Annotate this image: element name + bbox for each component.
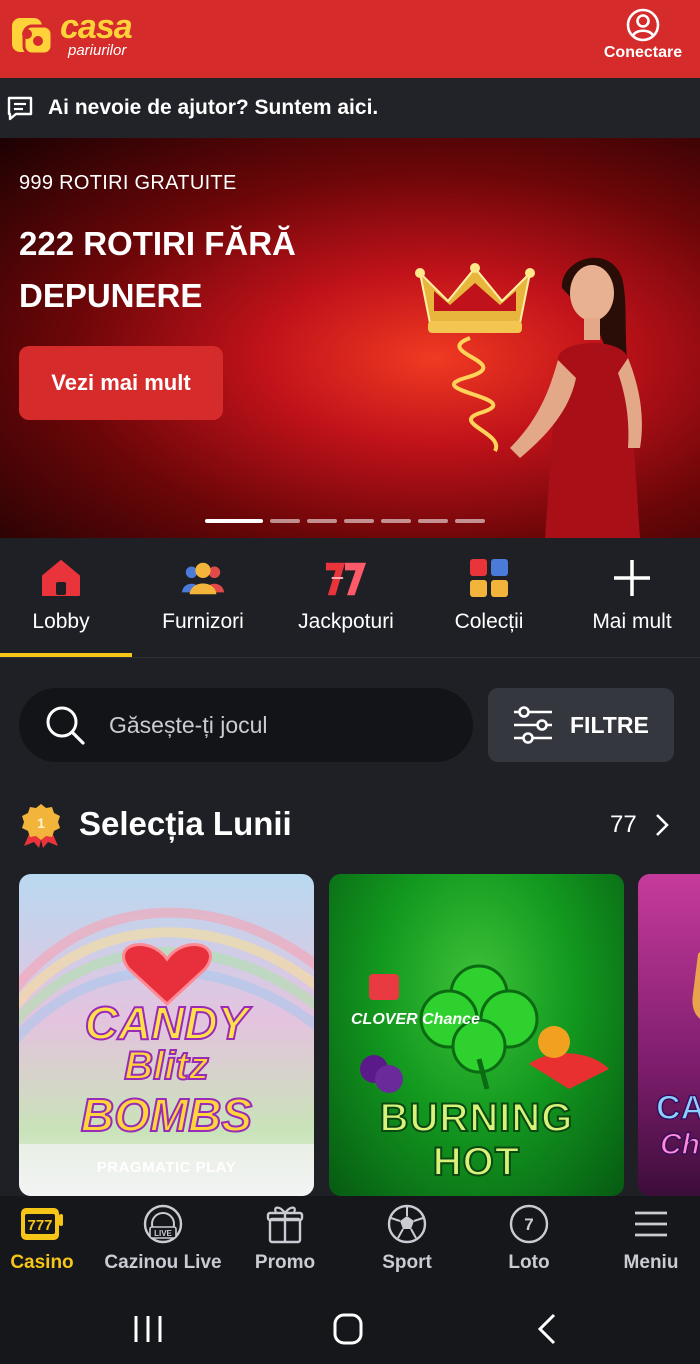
carousel-dot[interactable] — [205, 519, 263, 523]
recent-apps-icon[interactable] — [128, 1312, 168, 1346]
carousel-dot[interactable] — [270, 519, 300, 523]
connect-label: Conectare — [603, 44, 683, 61]
grid-icon — [467, 558, 511, 598]
woman-illustration — [510, 257, 642, 538]
casino-777-icon: 777 — [19, 1202, 65, 1246]
banner-title: 222 ROTIRI FĂRĂ DEPUNERE — [19, 225, 296, 314]
soccer-ball-icon — [384, 1202, 430, 1246]
casa-pariurilor-logo[interactable]: casa pariurilor — [10, 8, 160, 62]
nav-promo[interactable]: Promo — [240, 1196, 330, 1290]
back-icon[interactable] — [528, 1312, 568, 1346]
nav-meniu[interactable]: Meniu — [606, 1196, 696, 1290]
chat-icon — [6, 93, 36, 123]
nav-cazinou-live[interactable]: LIVE Cazinou Live — [100, 1196, 226, 1290]
nav-casino[interactable]: 777 Casino — [0, 1196, 84, 1290]
tab-label: Mai mult — [592, 610, 672, 633]
banner-subtitle: 999 ROTIRI GRATUITE — [19, 172, 237, 194]
carousel-dot[interactable] — [381, 519, 411, 523]
lotto-ball-icon: 7 — [506, 1202, 552, 1246]
clover-chance-tag: CLOVER Chance — [351, 1011, 480, 1028]
home-icon[interactable] — [328, 1312, 368, 1346]
section-title: Selecția Lunii — [79, 805, 292, 842]
tab-lobby[interactable]: Lobby — [0, 538, 122, 658]
tab-label: Furnizori — [162, 610, 244, 633]
svg-text:777: 777 — [27, 1217, 52, 1234]
nav-label: Loto — [508, 1252, 550, 1273]
game-card-candy-blitz-bombs[interactable]: CANDY Blitz BOMBS PRAGMATIC PLAY — [19, 874, 314, 1196]
nav-label: Promo — [254, 1252, 316, 1273]
hamburger-menu-icon — [628, 1202, 674, 1246]
active-tab-indicator — [0, 653, 132, 657]
chevron-right-icon[interactable] — [652, 812, 672, 838]
game-provider: PRAGMATIC PLAY — [96, 1159, 237, 1176]
svg-text:LIVE: LIVE — [154, 1229, 172, 1238]
live-roulette-icon: LIVE — [140, 1202, 186, 1246]
help-text: Ai nevoie de ajutor? Suntem aici. — [48, 96, 379, 119]
carousel-dot[interactable] — [307, 519, 337, 523]
game-title-line: Blitz — [123, 1043, 209, 1089]
carousel-dot[interactable] — [344, 519, 374, 523]
section-count[interactable]: 77 — [610, 811, 637, 839]
gift-icon — [262, 1202, 308, 1246]
tab-label: Colecții — [454, 610, 524, 633]
medal-number: 1 — [37, 815, 45, 831]
game-card-partial[interactable]: CAS Ch — [638, 874, 700, 1196]
nav-sport[interactable]: Sport — [362, 1196, 452, 1290]
tab-jackpoturi[interactable]: Jackpoturi — [284, 538, 408, 658]
tab-colectii[interactable]: Colecții — [428, 538, 550, 658]
tab-label: Jackpoturi — [298, 610, 394, 633]
game-title-line: CANDY — [84, 996, 250, 1050]
plus-icon — [610, 558, 654, 598]
filters-button[interactable]: FILTRE — [488, 688, 674, 762]
search-placeholder: Găsește-ți jocul — [109, 711, 268, 738]
nav-loto[interactable]: 7 Loto — [484, 1196, 574, 1290]
app-root: casa pariurilor Conectare Ai nevoie de a… — [0, 0, 700, 1364]
search-icon — [46, 706, 85, 745]
bottom-navigation: 777 Casino LIVE Cazinou Live Promo Sport… — [0, 1196, 700, 1290]
search-input[interactable]: Găsește-ți jocul — [19, 688, 473, 762]
see-more-button[interactable]: Vezi mai mult — [19, 346, 223, 420]
game-title-line: BURNING — [379, 1095, 574, 1141]
game-card-burning-hot[interactable]: CLOVER Chance BURNING HOT — [329, 874, 624, 1196]
nav-label: Meniu — [623, 1252, 679, 1273]
top-header: casa pariurilor Conectare — [0, 0, 700, 78]
tab-mai-mult[interactable]: Mai mult — [572, 538, 692, 658]
carousel-dot[interactable] — [418, 519, 448, 523]
carousel-dots — [205, 519, 485, 523]
help-bar[interactable]: Ai nevoie de ajutor? Suntem aici. — [0, 78, 700, 138]
house-icon — [39, 558, 83, 598]
sliders-icon — [514, 706, 552, 744]
user-icon — [626, 8, 660, 42]
system-navigation-bar — [0, 1290, 700, 1364]
sevens-icon — [324, 558, 368, 598]
loto-badge: 7 — [524, 1215, 533, 1234]
carousel-dot[interactable] — [455, 519, 485, 523]
game-title-line: CAS — [655, 1088, 700, 1128]
filters-label: FILTRE — [570, 711, 649, 738]
logo-sub-text: pariurilor — [68, 42, 127, 59]
game-title-line: BOMBS — [80, 1088, 253, 1142]
promo-banner[interactable]: 999 ROTIRI GRATUITE 222 ROTIRI FĂRĂ DEPU… — [0, 138, 700, 538]
nav-label: Sport — [382, 1252, 432, 1273]
people-icon — [181, 558, 225, 598]
nav-label: Cazinou Live — [104, 1252, 222, 1273]
tab-furnizori[interactable]: Furnizori — [140, 538, 266, 658]
connect-button[interactable]: Conectare — [598, 8, 688, 68]
tab-label: Lobby — [32, 610, 90, 633]
category-tabs: Lobby Furnizori Jackpoturi Colecții Mai … — [0, 538, 700, 658]
nav-label: Casino — [10, 1252, 74, 1273]
logo-mark-icon — [12, 18, 54, 56]
medal-icon: 1 — [22, 804, 60, 848]
game-title-line: HOT — [432, 1139, 521, 1185]
game-title-line: Ch — [659, 1127, 700, 1162]
